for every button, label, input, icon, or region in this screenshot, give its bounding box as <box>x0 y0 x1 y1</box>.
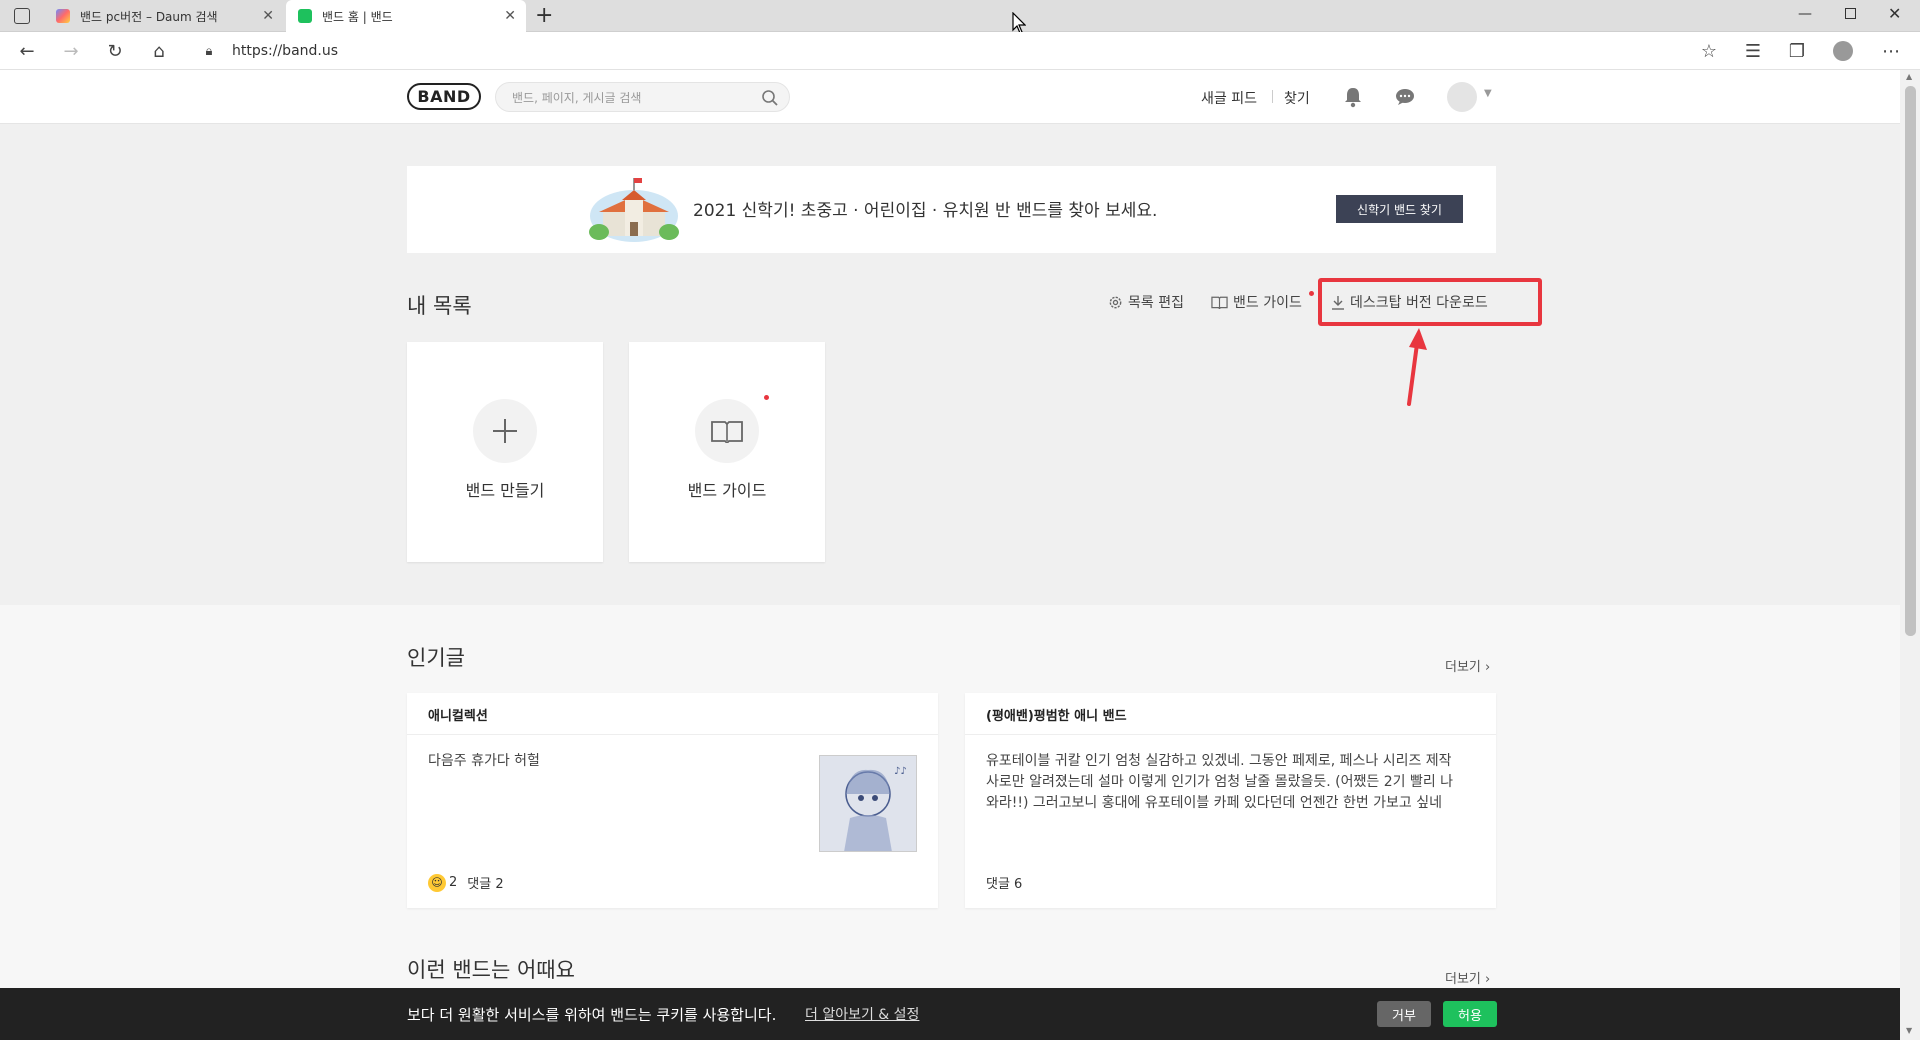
band-favicon-icon <box>298 9 312 23</box>
minimize-button[interactable]: — <box>1798 6 1812 22</box>
bell-icon[interactable] <box>1343 86 1363 108</box>
band-header: BAND 밴드, 페이지, 게시글 검색 새글 피드 찾기 ▼ <box>0 70 1900 124</box>
plus-icon <box>473 399 537 463</box>
tab-band-home[interactable]: 밴드 홈 | 밴드 ✕ <box>286 0 526 32</box>
find-school-band-button[interactable]: 신학기 밴드 찾기 <box>1336 195 1463 223</box>
popular-posts-title: 인기글 <box>407 646 465 670</box>
create-band-card[interactable]: 밴드 만들기 <box>407 342 603 562</box>
more-menu-icon[interactable]: ⋯ <box>1878 38 1904 64</box>
band-logo[interactable]: BAND <box>407 83 481 110</box>
close-window-button[interactable]: ✕ <box>1888 4 1901 23</box>
school-illustration-icon <box>589 178 679 242</box>
comment-count[interactable]: 댓글 2 <box>467 873 503 892</box>
search-icon[interactable] <box>761 89 779 107</box>
tab-title: 밴드 pc버전 – Daum 검색 <box>80 9 218 24</box>
download-highlight-box <box>1318 278 1542 326</box>
new-dot-badge <box>764 395 769 400</box>
tab-title: 밴드 홈 | 밴드 <box>322 9 393 24</box>
banner-text: 2021 신학기! 초중고 · 어린이집 · 유치원 반 밴드를 찾아 보세요. <box>693 201 1158 221</box>
scroll-up-arrow[interactable]: ▲ <box>1906 72 1912 81</box>
book-icon <box>1211 296 1228 309</box>
gear-icon <box>1109 296 1122 308</box>
popular-post-card[interactable]: (평애밴)평범한 애니 밴드 유포테이블 귀칼 인기 엄청 실감하고 있겠네. … <box>965 693 1496 908</box>
post-thumbnail-image[interactable]: ♪♪ <box>819 755 917 852</box>
restore-button[interactable] <box>1845 8 1856 19</box>
promo-banner: 2021 신학기! 초중고 · 어린이집 · 유치원 반 밴드를 찾아 보세요.… <box>407 166 1496 253</box>
refresh-button[interactable]: ↻ <box>102 38 128 64</box>
reaction-count: 2 <box>449 875 458 890</box>
browser-tab-bar: 밴드 pc버전 – Daum 검색 ✕ 밴드 홈 | 밴드 ✕ + — ✕ <box>0 0 1920 34</box>
cookie-consent-bar: 보다 더 원활한 서비스를 위하여 밴드는 쿠키를 사용합니다. 더 알아보기 … <box>0 988 1900 1040</box>
post-footer: 댓글 6 <box>986 873 1022 892</box>
cookie-accept-button[interactable]: 허용 <box>1443 1001 1497 1027</box>
close-icon[interactable]: ✕ <box>262 8 274 24</box>
avatar[interactable] <box>1447 82 1477 112</box>
browser-nav-bar: ← → ↻ ⌂ 🔒︎ https://band.us ☆ ☰ ❐ ⋯ <box>0 32 1920 70</box>
scroll-down-arrow[interactable]: ▼ <box>1906 1026 1912 1035</box>
daum-favicon-icon <box>56 9 70 23</box>
popular-post-card[interactable]: 애니컬렉션 다음주 휴가다 허헐 ♪♪ ☺ 2 댓글 2 <box>407 693 938 908</box>
favorite-star-icon[interactable]: ☆ <box>1696 38 1722 64</box>
comment-count[interactable]: 댓글 6 <box>986 873 1022 892</box>
post-body: 다음주 휴가다 허헐 <box>428 753 540 769</box>
cookie-text: 보다 더 원활한 서비스를 위하여 밴드는 쿠키를 사용합니다. <box>407 1006 777 1024</box>
card-label: 밴드 가이드 <box>687 481 767 500</box>
card-label: 밴드 만들기 <box>465 481 545 500</box>
collections-icon[interactable]: ❐ <box>1784 38 1810 64</box>
band-guide-card[interactable]: 밴드 가이드 <box>629 342 825 562</box>
scroll-thumb[interactable] <box>1905 86 1916 636</box>
new-tab-button[interactable]: + <box>535 3 553 28</box>
chevron-down-icon[interactable]: ▼ <box>1484 88 1492 99</box>
cookie-settings-link[interactable]: 더 알아보기 & 설정 <box>805 1004 919 1024</box>
post-footer: ☺ 2 댓글 2 <box>428 873 504 892</box>
suggested-bands-title: 이런 밴드는 어때요 <box>407 958 575 982</box>
discover-section <box>0 605 1900 1040</box>
band-page: BAND 밴드, 페이지, 게시글 검색 새글 피드 찾기 ▼ 2021 신학기… <box>0 70 1900 1040</box>
post-band-name[interactable]: 애니컬렉션 <box>407 693 938 735</box>
chat-icon[interactable] <box>1395 88 1415 106</box>
smile-reaction-icon: ☺ <box>428 873 446 892</box>
divider <box>1272 90 1273 103</box>
close-icon[interactable]: ✕ <box>504 8 516 24</box>
edit-list-label: 목록 편집 <box>1128 295 1184 311</box>
new-dot-badge <box>1309 291 1314 296</box>
post-band-name[interactable]: (평애밴)평범한 애니 밴드 <box>965 693 1496 735</box>
home-button[interactable]: ⌂ <box>146 38 172 64</box>
edit-list-button[interactable]: 목록 편집 <box>1108 292 1184 312</box>
popular-more-link[interactable]: 더보기 › <box>1445 656 1490 675</box>
svg-text:♪♪: ♪♪ <box>894 766 907 777</box>
red-arrow-annotation <box>1407 328 1427 406</box>
address-bar[interactable]: https://band.us <box>188 39 1708 63</box>
find-link[interactable]: 찾기 <box>1284 88 1310 108</box>
url-text: https://band.us <box>232 43 339 59</box>
suggested-more-link[interactable]: 더보기 › <box>1445 968 1490 987</box>
book-icon <box>695 399 759 463</box>
band-guide-label: 밴드 가이드 <box>1233 295 1302 311</box>
favorites-icon[interactable]: ☰ <box>1740 38 1766 64</box>
back-button[interactable]: ← <box>14 38 40 64</box>
search-input[interactable]: 밴드, 페이지, 게시글 검색 <box>495 82 790 112</box>
search-placeholder: 밴드, 페이지, 게시글 검색 <box>512 90 642 105</box>
cookie-reject-button[interactable]: 거부 <box>1377 1001 1431 1027</box>
page-scrollbar[interactable]: ▲ ▼ <box>1900 70 1920 1040</box>
profile-icon[interactable] <box>1830 38 1856 64</box>
tab-daum-search[interactable]: 밴드 pc버전 – Daum 검색 ✕ <box>44 0 284 32</box>
post-body: 유포테이블 귀칼 인기 엄청 실감하고 있겠네. 그동안 페제로, 페스나 시리… <box>986 753 1454 811</box>
forward-button[interactable]: → <box>58 38 84 64</box>
tab-actions-icon[interactable] <box>14 8 30 24</box>
my-list-title: 내 목록 <box>407 294 472 318</box>
band-guide-link[interactable]: 밴드 가이드 <box>1211 292 1302 312</box>
feed-link[interactable]: 새글 피드 <box>1201 88 1257 108</box>
